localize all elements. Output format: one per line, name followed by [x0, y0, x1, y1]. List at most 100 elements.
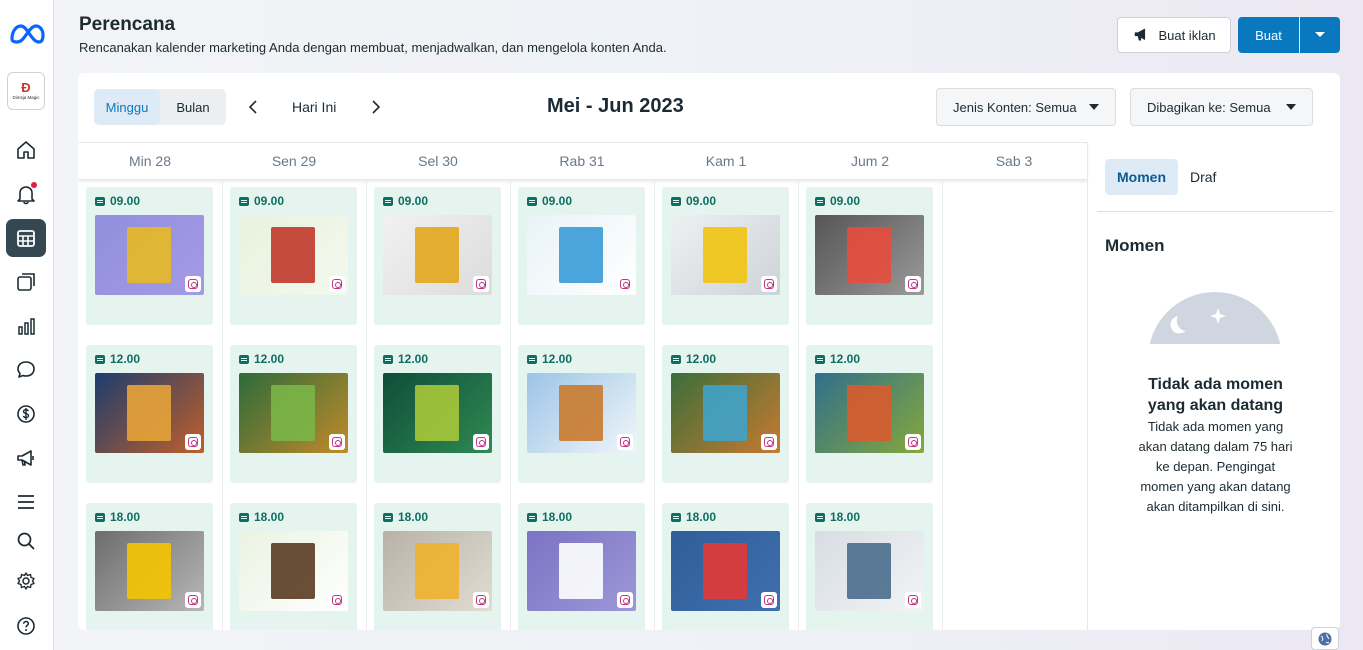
globe-icon: [1318, 632, 1332, 645]
scheduled-post-card[interactable]: 12.00: [230, 345, 357, 483]
business-name: Dimsja Magic: [12, 95, 40, 100]
chevron-right-icon[interactable]: [369, 99, 383, 115]
post-time: 12.00: [95, 352, 140, 366]
post-thumbnail[interactable]: [671, 373, 780, 453]
meta-logo-icon[interactable]: [9, 22, 45, 46]
create-ad-button[interactable]: Buat iklan: [1117, 17, 1231, 53]
post-thumbnail[interactable]: [239, 373, 348, 453]
scheduled-post-card[interactable]: 18.00: [230, 503, 357, 630]
post-image-art: [271, 385, 315, 441]
day-header: Sab 3: [995, 153, 1033, 169]
post-image-art: [127, 227, 171, 283]
nav-settings[interactable]: [6, 562, 46, 600]
content-icon: [17, 273, 35, 291]
scheduled-post-card[interactable]: 18.00: [86, 503, 213, 630]
scheduled-post-card[interactable]: 12.00: [374, 345, 501, 483]
column-divider: [222, 180, 223, 630]
scheduled-post-card[interactable]: 18.00: [518, 503, 645, 630]
post-time-label: 18.00: [398, 510, 429, 524]
post-time-label: 09.00: [830, 194, 861, 208]
nav-menu[interactable]: [6, 483, 46, 521]
view-week-button[interactable]: Minggu: [94, 89, 160, 125]
create-dropdown-button[interactable]: [1300, 17, 1340, 53]
moments-panel-tabs: Momen Draf: [1105, 159, 1228, 195]
post-type-icon: [95, 512, 105, 522]
post-thumbnail[interactable]: [383, 215, 492, 295]
nav-search[interactable]: [6, 522, 46, 560]
post-thumbnail[interactable]: [815, 215, 924, 295]
business-avatar[interactable]: Ð Dimsja Magic: [7, 72, 45, 110]
post-thumbnail[interactable]: [383, 373, 492, 453]
chat-bubble-icon: [17, 361, 35, 378]
nav-monetization[interactable]: [6, 395, 46, 433]
nav-planner[interactable]: [6, 219, 46, 257]
instagram-icon: [185, 434, 201, 450]
tab-moments[interactable]: Momen: [1105, 159, 1178, 195]
post-time: 18.00: [239, 510, 284, 524]
post-thumbnail[interactable]: [95, 531, 204, 611]
language-globe-button[interactable]: [1311, 627, 1339, 650]
nav-inbox[interactable]: [6, 351, 46, 389]
nav-ads[interactable]: [6, 439, 46, 477]
shared-to-filter[interactable]: Dibagikan ke: Semua: [1130, 88, 1313, 126]
scheduled-post-card[interactable]: 09.00: [662, 187, 789, 325]
post-image-art: [127, 385, 171, 441]
scheduled-post-card[interactable]: 18.00: [662, 503, 789, 630]
scheduled-post-card[interactable]: 18.00: [806, 503, 933, 630]
post-thumbnail[interactable]: [95, 215, 204, 295]
content-type-filter-label: Jenis Konten: Semua: [953, 99, 1077, 115]
moon-illustration-icon: [1148, 292, 1282, 344]
post-image-art: [847, 385, 891, 441]
scheduled-post-card[interactable]: 09.00: [86, 187, 213, 325]
post-image-art: [559, 227, 603, 283]
scheduled-post-card[interactable]: 09.00: [518, 187, 645, 325]
nav-insights[interactable]: [6, 307, 46, 345]
home-icon: [17, 141, 35, 159]
tab-drafts[interactable]: Draf: [1178, 159, 1228, 195]
scheduled-post-card[interactable]: 12.00: [806, 345, 933, 483]
chevron-left-icon[interactable]: [246, 99, 260, 115]
post-thumbnail[interactable]: [671, 215, 780, 295]
post-thumbnail[interactable]: [815, 531, 924, 611]
nav-help[interactable]: [6, 607, 46, 645]
post-thumbnail[interactable]: [239, 215, 348, 295]
view-switcher: Minggu Bulan: [94, 89, 226, 125]
nav-notifications[interactable]: [6, 175, 46, 213]
scheduled-post-card[interactable]: 12.00: [662, 345, 789, 483]
post-thumbnail[interactable]: [95, 373, 204, 453]
create-button[interactable]: Buat: [1238, 17, 1299, 53]
scheduled-post-card[interactable]: 09.00: [806, 187, 933, 325]
post-type-icon: [527, 354, 537, 364]
nav-home[interactable]: [6, 131, 46, 169]
post-time: 09.00: [815, 194, 860, 208]
scheduled-post-card[interactable]: 18.00: [374, 503, 501, 630]
empty-moments-title: Tidak ada momen yang akan datang: [1147, 376, 1284, 414]
post-thumbnail[interactable]: [527, 215, 636, 295]
post-image-art: [703, 543, 747, 599]
scheduled-post-card[interactable]: 09.00: [374, 187, 501, 325]
post-thumbnail[interactable]: [815, 373, 924, 453]
post-thumbnail[interactable]: [239, 531, 348, 611]
scheduled-post-card[interactable]: 09.00: [230, 187, 357, 325]
megaphone-icon: [1135, 28, 1146, 41]
post-thumbnail[interactable]: [671, 531, 780, 611]
instagram-icon: [761, 592, 777, 608]
content-type-filter[interactable]: Jenis Konten: Semua: [936, 88, 1116, 126]
post-time-label: 09.00: [542, 194, 573, 208]
post-type-icon: [671, 196, 681, 206]
post-thumbnail[interactable]: [383, 531, 492, 611]
post-thumbnail[interactable]: [527, 531, 636, 611]
nav-content[interactable]: [6, 263, 46, 301]
scheduled-post-card[interactable]: 12.00: [86, 345, 213, 483]
view-month-button[interactable]: Bulan: [160, 89, 226, 125]
today-button[interactable]: Hari Ini: [292, 99, 336, 115]
divider: [1097, 211, 1333, 212]
post-type-icon: [95, 354, 105, 364]
sidebar: Ð Dimsja Magic: [0, 0, 54, 650]
post-type-icon: [383, 512, 393, 522]
post-thumbnail[interactable]: [527, 373, 636, 453]
bar-chart-icon: [18, 318, 35, 335]
post-type-icon: [527, 512, 537, 522]
scheduled-post-card[interactable]: 12.00: [518, 345, 645, 483]
post-image-art: [415, 543, 459, 599]
